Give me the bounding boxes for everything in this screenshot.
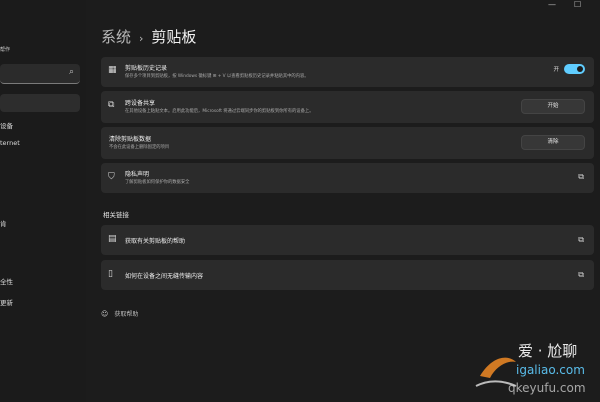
- watermark-sub: qkeyufu.com: [508, 381, 586, 395]
- clear-clipboard-desc: 不会在此设备上删除固定的项目: [109, 145, 170, 150]
- clipboard-history-toggle-label: 开: [553, 67, 559, 73]
- watermark-site: igaliao.com: [516, 363, 585, 377]
- sidebar-item-selected[interactable]: [0, 94, 80, 112]
- shield-icon: ⛉: [108, 172, 115, 182]
- clear-clipboard-title: 清除剪贴板数据: [109, 136, 152, 143]
- phone-icon: ▯: [108, 269, 113, 279]
- toggle-knob: [577, 66, 583, 72]
- cross-device-card: ⧉ 跨设备共享 在其他设备上粘贴文本。启用此功能后，Microsoft 将通过云…: [101, 91, 594, 123]
- page-title: 剪贴板: [151, 28, 197, 46]
- sidebar-item-security[interactable]: 全性: [0, 276, 13, 286]
- watermark-brand: 爱 · 尬聊: [518, 342, 577, 360]
- cross-device-icon: ⧉: [108, 100, 115, 110]
- breadcrumb-separator: ›: [139, 32, 144, 45]
- privacy-title: 隐私声明: [125, 171, 150, 178]
- external-link-icon[interactable]: ⧉: [578, 235, 584, 245]
- user-name: 帮作: [0, 47, 11, 53]
- get-help-label: 获取帮助: [114, 311, 139, 318]
- clear-clipboard-card: 清除剪贴板数据 不会在此设备上删除固定的项目 清除: [101, 127, 594, 159]
- site-watermark-logo: 爱 · 尬聊 igaliao.com qkeyufu.com: [475, 342, 586, 395]
- help-icon: ☺: [101, 310, 109, 318]
- clipboard-history-toggle[interactable]: [564, 64, 585, 74]
- privacy-desc: 了解剪贴板如何保护你的数据安全: [125, 180, 190, 185]
- related-link-help-label: 获取有关剪贴板的帮助: [125, 238, 186, 245]
- maximize-button[interactable]: ☐: [574, 0, 581, 9]
- sidebar: 帮作 ⌕ 设备 ternet 肯 全性 更新: [0, 0, 86, 402]
- settings-search-input[interactable]: ⌕: [0, 64, 80, 84]
- sidebar-item-devices[interactable]: 设备: [0, 120, 13, 130]
- clipboard-history-title: 剪贴板历史记录: [125, 65, 168, 72]
- related-links-heading: 相关链接: [103, 211, 129, 219]
- help-doc-icon: ▤: [108, 234, 117, 244]
- sidebar-item-update[interactable]: 更新: [0, 297, 13, 307]
- cross-device-title: 跨设备共享: [125, 100, 156, 107]
- breadcrumb: 系统 › 剪贴板: [101, 26, 196, 47]
- cross-device-start-button[interactable]: 开始: [521, 99, 585, 114]
- sidebar-item-apps[interactable]: 肯: [0, 218, 7, 228]
- related-link-transfer-label: 如何在设备之间无缝传输内容: [125, 273, 204, 280]
- clipboard-history-card: ▦ 剪贴板历史记录 保存多个项目到剪贴板，按 Windows 徽标键 ⊞ + V…: [101, 57, 594, 87]
- related-link-help-card[interactable]: ▤ 获取有关剪贴板的帮助 ⧉: [101, 225, 594, 255]
- sidebar-item-network[interactable]: ternet: [0, 139, 20, 147]
- related-link-transfer-card[interactable]: ▯ 如何在设备之间无缝传输内容 ⧉: [101, 260, 594, 290]
- privacy-card[interactable]: ⛉ 隐私声明 了解剪贴板如何保护你的数据安全 ⧉: [101, 163, 594, 193]
- breadcrumb-system[interactable]: 系统: [101, 28, 131, 46]
- get-help-link[interactable]: ☺ 获取帮助: [101, 309, 138, 318]
- clipboard-history-icon: ▦: [108, 65, 117, 75]
- search-icon[interactable]: ⌕: [69, 67, 74, 77]
- watermark-flame-mark: [480, 357, 516, 378]
- cross-device-desc: 在其他设备上粘贴文本。启用此功能后，Microsoft 将通过云端同步你的剪贴板…: [125, 109, 314, 114]
- clipboard-history-desc: 保存多个项目到剪贴板，按 Windows 徽标键 ⊞ + V 以查看剪贴板历史记…: [125, 74, 309, 79]
- external-link-icon[interactable]: ⧉: [578, 270, 584, 280]
- external-link-icon[interactable]: ⧉: [578, 172, 584, 182]
- minimize-button[interactable]: —: [548, 0, 556, 9]
- clear-clipboard-button[interactable]: 清除: [521, 135, 585, 150]
